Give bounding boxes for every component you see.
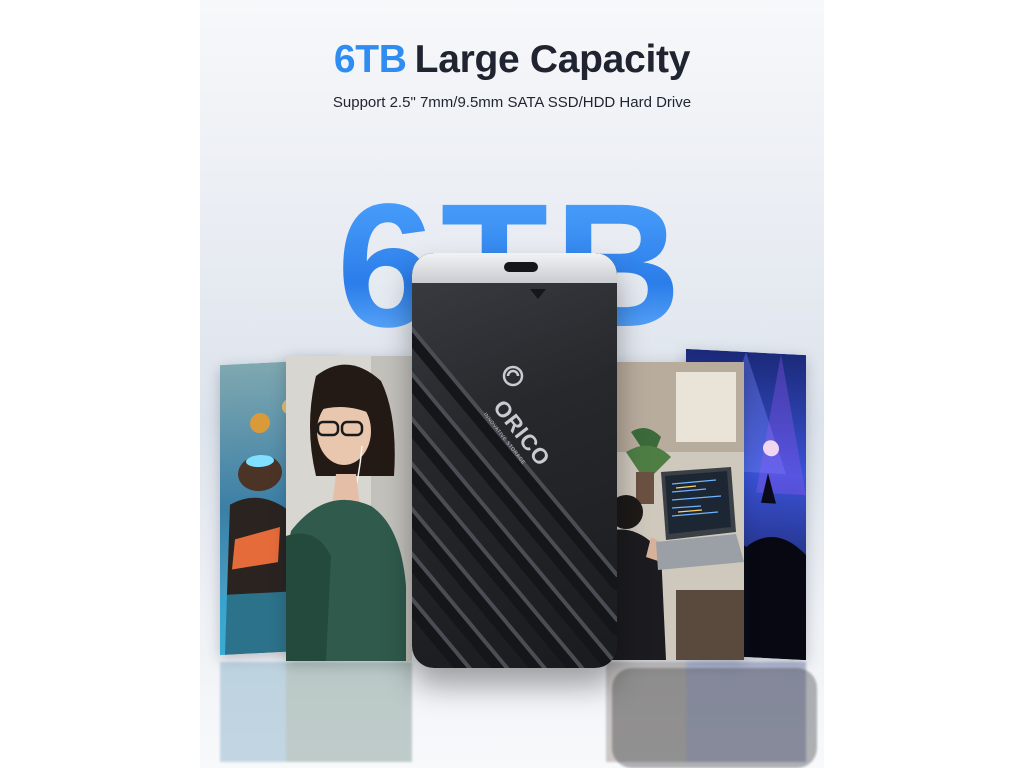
headline: 6TB Large Capacity [200,38,824,82]
person-at-laptop-photo [606,362,744,660]
capacity-highlight: 6TB [333,38,407,81]
drive-reflection [612,668,817,768]
drive-ridges [412,289,617,668]
subtitle: Support 2.5" 7mm/9.5mm SATA SSD/HDD Hard… [332,94,692,111]
brand-mark-icon [502,365,524,387]
hard-drive-enclosure: ORICO INNOVATIVE STORAGE [412,253,617,668]
headline-text: Large Capacity [414,38,691,81]
woman-with-earphones-photo [286,356,412,661]
